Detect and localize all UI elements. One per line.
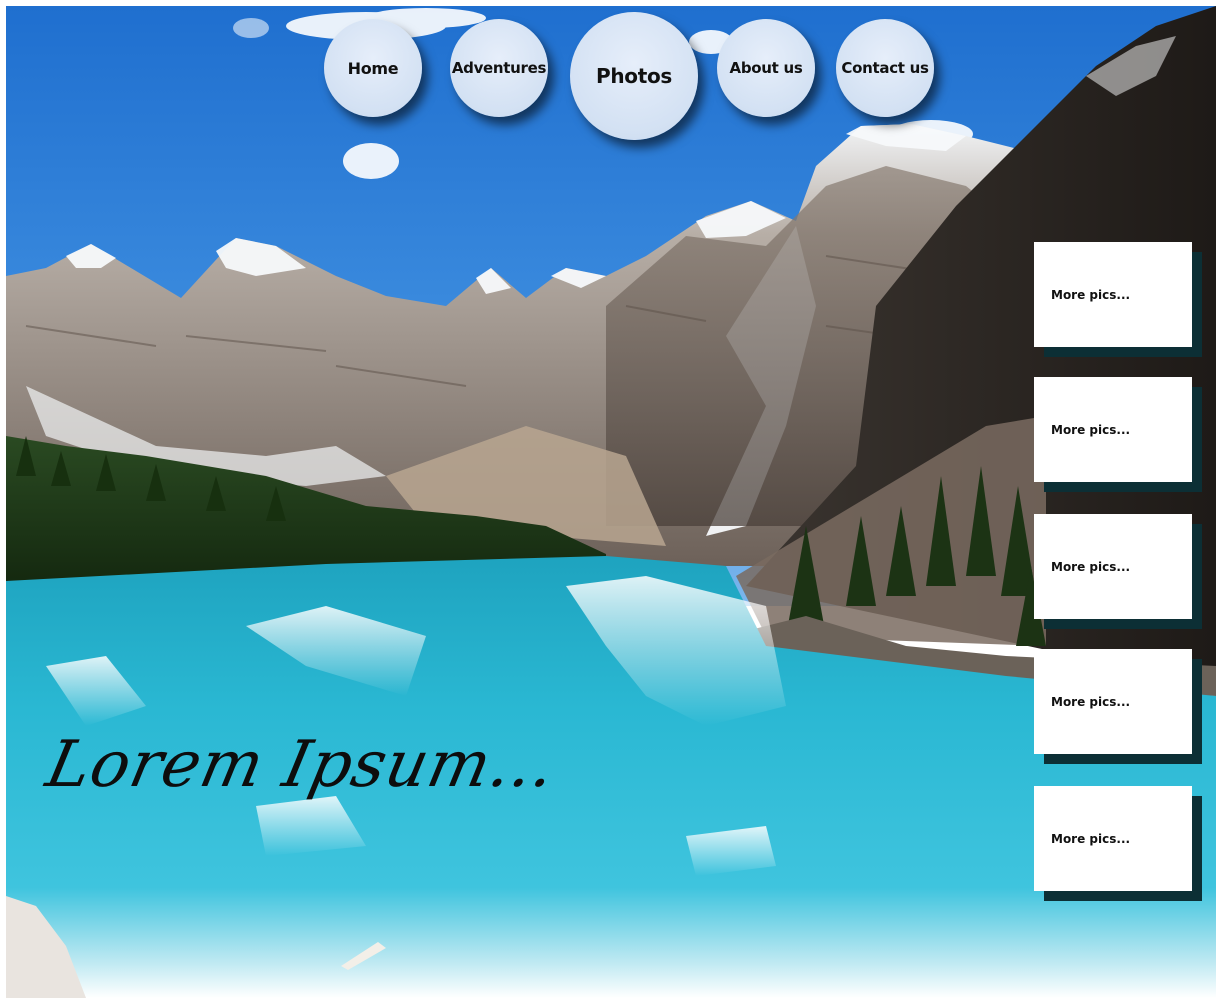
more-pics-label: More pics... — [1051, 694, 1131, 709]
nav-contact-us-button[interactable]: Contact us — [836, 19, 934, 117]
nav-about-us-label: About us — [729, 59, 803, 77]
hero-headline: Lorem Ipsum... — [40, 728, 563, 802]
nav-home-button[interactable]: Home — [324, 19, 422, 117]
nav-home-label: Home — [347, 58, 399, 78]
more-pics-card[interactable]: More pics... — [1034, 377, 1192, 482]
nav-adventures-button[interactable]: Adventures — [450, 19, 548, 117]
nav-about-us-button[interactable]: About us — [717, 19, 815, 117]
more-pics-label: More pics... — [1051, 831, 1131, 846]
more-pics-card[interactable]: More pics... — [1034, 242, 1192, 347]
more-pics-card[interactable]: More pics... — [1034, 649, 1192, 754]
nav-photos-button[interactable]: Photos — [570, 12, 698, 140]
more-pics-card[interactable]: More pics... — [1034, 514, 1192, 619]
nav-adventures-label: Adventures — [451, 59, 547, 77]
more-pics-label: More pics... — [1051, 559, 1131, 574]
nav-contact-us-label: Contact us — [841, 59, 929, 77]
more-pics-label: More pics... — [1051, 287, 1131, 302]
nav-photos-label: Photos — [595, 64, 673, 88]
more-pics-label: More pics... — [1051, 422, 1131, 437]
page: Home Adventures Photos About us Contact … — [0, 0, 1219, 1002]
more-pics-card[interactable]: More pics... — [1034, 786, 1192, 891]
